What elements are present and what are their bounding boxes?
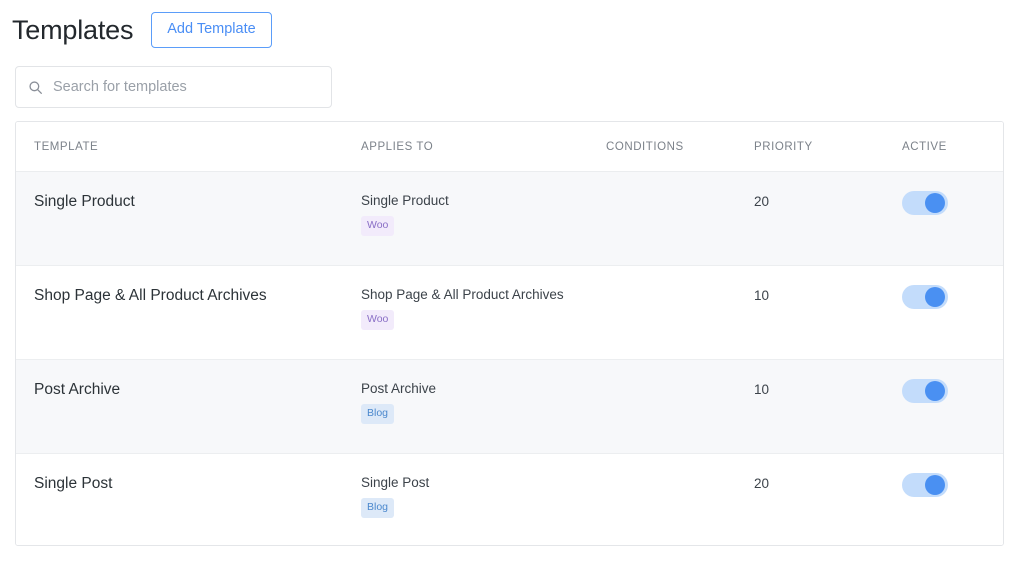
template-name: Shop Page & All Product Archives [34, 287, 267, 304]
applies-to-badge: Woo [361, 310, 395, 330]
toggle-knob [925, 475, 945, 495]
priority-value: 20 [754, 194, 770, 209]
search-icon [28, 80, 43, 95]
priority-value: 10 [754, 382, 770, 397]
table-row[interactable]: Post Archive Post Archive Blog 10 [16, 360, 1003, 454]
active-toggle[interactable] [902, 191, 948, 215]
active-toggle[interactable] [902, 379, 948, 403]
active-toggle[interactable] [902, 473, 948, 497]
applies-to-label: Shop Page & All Product Archives [361, 287, 564, 302]
column-header-active: ACTIVE [902, 140, 947, 153]
column-header-conditions: CONDITIONS [606, 140, 684, 153]
page-header: Templates Add Template [12, 8, 272, 52]
active-toggle[interactable] [902, 285, 948, 309]
applies-to-badge: Blog [361, 404, 395, 424]
toggle-knob [925, 381, 945, 401]
toggle-knob [925, 193, 945, 213]
template-name: Single Product [34, 193, 135, 210]
toggle-knob [925, 287, 945, 307]
column-header-applies-to: APPLIES TO [361, 140, 434, 153]
applies-to-label: Post Archive [361, 381, 437, 396]
applies-to-label: Single Product [361, 193, 449, 208]
priority-value: 10 [754, 288, 770, 303]
table-row[interactable]: Single Product Single Product Woo 20 [16, 172, 1003, 266]
search-box[interactable] [15, 66, 332, 108]
page-title: Templates [12, 14, 134, 45]
add-template-button[interactable]: Add Template [151, 12, 272, 48]
template-name: Single Post [34, 475, 113, 492]
table-row[interactable]: Single Post Single Post Blog 20 [16, 454, 1003, 545]
column-header-template: TEMPLATE [34, 140, 99, 153]
table-header-row: TEMPLATE APPLIES TO CONDITIONS PRIORITY … [16, 122, 1003, 172]
applies-to-label: Single Post [361, 475, 430, 490]
priority-value: 20 [754, 476, 770, 491]
templates-table: TEMPLATE APPLIES TO CONDITIONS PRIORITY … [15, 121, 1004, 546]
templates-page: Templates Add Template TEMPLATE APPLIES … [0, 0, 1024, 566]
applies-to-badge: Blog [361, 498, 395, 518]
table-row[interactable]: Shop Page & All Product Archives Shop Pa… [16, 266, 1003, 360]
column-header-priority: PRIORITY [754, 140, 813, 153]
search-input[interactable] [53, 79, 319, 95]
applies-to-badge: Woo [361, 216, 395, 236]
template-name: Post Archive [34, 381, 121, 398]
